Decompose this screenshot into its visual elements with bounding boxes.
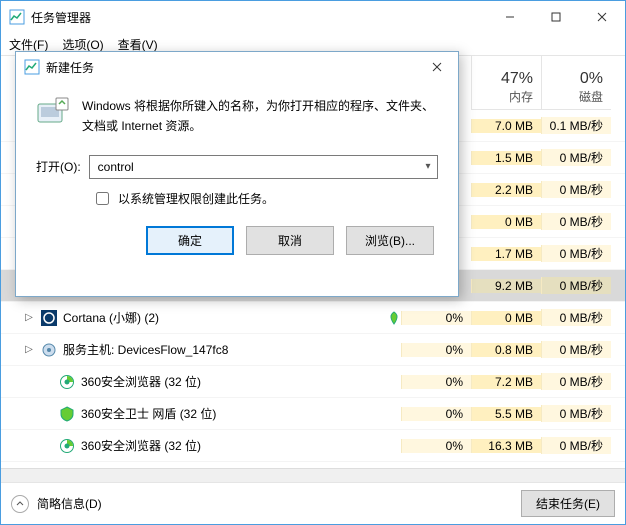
cpu-cell: 0% xyxy=(401,343,471,357)
disk-cell: 0 MB/秒 xyxy=(541,149,611,166)
disk-cell: 0 MB/秒 xyxy=(541,373,611,390)
leaf-icon xyxy=(387,375,401,389)
table-row[interactable]: 360安全浏览器 (32 位) 0%16.3 MB0 MB/秒 xyxy=(1,430,625,462)
ok-button[interactable]: 确定 xyxy=(146,226,234,255)
expand-toggle[interactable]: ▷ xyxy=(23,312,35,323)
brief-info-label[interactable]: 简略信息(D) xyxy=(37,495,102,512)
admin-check-label: 以系统管理权限创建此任务。 xyxy=(118,190,274,207)
dialog-title: 新建任务 xyxy=(46,59,416,76)
cpu-cell: 0% xyxy=(401,311,471,325)
browse-button[interactable]: 浏览(B)... xyxy=(346,226,434,255)
app-icon xyxy=(9,9,25,25)
open-input[interactable] xyxy=(96,159,419,175)
leaf-icon xyxy=(387,407,401,421)
table-row[interactable]: ▷ Cortana (小娜) (2) 0%0 MB0 MB/秒 xyxy=(1,302,625,334)
mem-cell: 0 MB xyxy=(471,215,541,229)
process-name: 360安全浏览器 (32 位) xyxy=(81,437,201,454)
window-controls xyxy=(487,1,625,33)
table-row[interactable]: 360安全卫士 网盾 (32 位) 0%5.5 MB0 MB/秒 xyxy=(1,398,625,430)
task-manager-window: 任务管理器 文件(F) 选项(O) 查看(V) 47% 内存 0% 磁盘 7.0… xyxy=(0,0,626,525)
open-combobox[interactable]: ▾ xyxy=(89,155,438,179)
process-icon xyxy=(41,310,57,326)
mem-cell: 0.8 MB xyxy=(471,343,541,357)
menu-file[interactable]: 文件(F) xyxy=(9,36,48,53)
window-title: 任务管理器 xyxy=(31,9,487,26)
disk-cell: 0 MB/秒 xyxy=(541,341,611,358)
mem-cell: 1.5 MB xyxy=(471,151,541,165)
fewer-details-button[interactable] xyxy=(11,495,29,513)
menu-view[interactable]: 查看(V) xyxy=(118,36,158,53)
mem-cell: 7.2 MB xyxy=(471,375,541,389)
leaf-icon xyxy=(387,439,401,453)
disk-cell: 0 MB/秒 xyxy=(541,245,611,262)
minimize-button[interactable] xyxy=(487,1,533,33)
mem-cell: 0 MB xyxy=(471,311,541,325)
close-button[interactable] xyxy=(579,1,625,33)
disk-cell: 0 MB/秒 xyxy=(541,309,611,326)
run-icon xyxy=(36,96,70,137)
process-icon xyxy=(59,406,75,422)
table-row[interactable]: ▷ 服务主机: DevicesFlow_147fc8 0%0.8 MB0 MB/秒 xyxy=(1,334,625,366)
dialog-icon xyxy=(24,59,40,75)
cpu-cell: 0% xyxy=(401,439,471,453)
dialog-message: Windows 将根据你所键入的名称，为你打开相应的程序、文件夹、文档或 Int… xyxy=(82,96,438,137)
mem-cell: 1.7 MB xyxy=(471,247,541,261)
chevron-down-icon[interactable]: ▾ xyxy=(419,161,437,172)
process-icon xyxy=(59,438,75,454)
menu-options[interactable]: 选项(O) xyxy=(62,36,103,53)
end-task-button[interactable]: 结束任务(E) xyxy=(521,490,615,517)
process-icon xyxy=(41,342,57,358)
col-disk[interactable]: 0% 磁盘 xyxy=(541,56,611,109)
process-name: 360安全浏览器 (32 位) xyxy=(81,373,201,390)
mem-cell: 9.2 MB xyxy=(471,279,541,293)
titlebar[interactable]: 任务管理器 xyxy=(1,1,625,33)
column-headers: 47% 内存 0% 磁盘 xyxy=(471,56,611,110)
admin-checkbox[interactable] xyxy=(96,192,109,205)
expand-toggle[interactable]: ▷ xyxy=(23,344,35,355)
mem-cell: 2.2 MB xyxy=(471,183,541,197)
leaf-icon xyxy=(387,343,401,357)
disk-cell: 0 MB/秒 xyxy=(541,181,611,198)
disk-cell: 0 MB/秒 xyxy=(541,437,611,454)
open-label: 打开(O): xyxy=(36,158,81,175)
process-name: 服务主机: DevicesFlow_147fc8 xyxy=(63,341,228,358)
disk-cell: 0 MB/秒 xyxy=(541,213,611,230)
mem-cell: 7.0 MB xyxy=(471,119,541,133)
disk-cell: 0.1 MB/秒 xyxy=(541,117,611,134)
process-icon xyxy=(59,374,75,390)
mem-cell: 5.5 MB xyxy=(471,407,541,421)
cancel-button[interactable]: 取消 xyxy=(246,226,334,255)
mem-cell: 16.3 MB xyxy=(471,439,541,453)
leaf-icon xyxy=(387,311,401,325)
run-dialog: 新建任务 Windows 将根据你所键入的名称，为你打开相应的程序、文件夹、文档… xyxy=(15,51,459,297)
col-mem[interactable]: 47% 内存 xyxy=(471,56,541,109)
cpu-cell: 0% xyxy=(401,375,471,389)
maximize-button[interactable] xyxy=(533,1,579,33)
cpu-cell: 0% xyxy=(401,407,471,421)
dialog-titlebar[interactable]: 新建任务 xyxy=(16,52,458,82)
disk-cell: 0 MB/秒 xyxy=(541,405,611,422)
horizontal-scrollbar[interactable] xyxy=(1,468,625,482)
process-name: 360安全卫士 网盾 (32 位) xyxy=(81,405,216,422)
table-row[interactable]: 360安全浏览器 (32 位) 0%7.2 MB0 MB/秒 xyxy=(1,366,625,398)
process-name: Cortana (小娜) (2) xyxy=(63,309,159,326)
disk-cell: 0 MB/秒 xyxy=(541,277,611,294)
dialog-close-button[interactable] xyxy=(416,52,458,82)
statusbar: 简略信息(D) 结束任务(E) xyxy=(1,482,625,524)
